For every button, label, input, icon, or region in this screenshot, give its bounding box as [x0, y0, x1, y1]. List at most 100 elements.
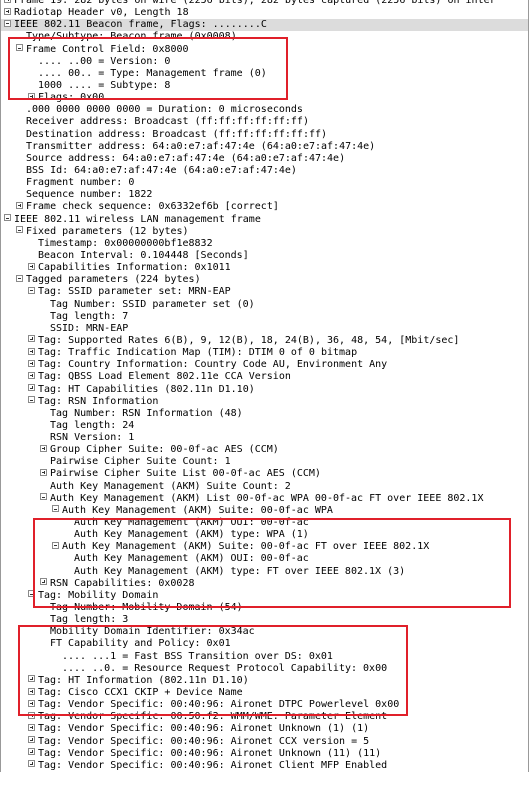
expand-icon[interactable] [28, 335, 35, 343]
tree-row[interactable]: RSN Version: 1 [1, 432, 528, 444]
tree-row[interactable]: RSN Capabilities: 0x0028 [1, 578, 528, 590]
collapse-icon[interactable] [28, 590, 35, 598]
tree-row[interactable]: Tag: RSN Information [1, 396, 528, 408]
tree-row[interactable]: Tag Number: Mobility Domain (54) [1, 602, 528, 614]
tree-row[interactable]: Transmitter address: 64:a0:e7:af:47:4e (… [1, 141, 528, 153]
tree-row[interactable]: Tag: HT Capabilities (802.11n D1.10) [1, 384, 528, 396]
expand-icon[interactable] [28, 262, 35, 270]
tree-row[interactable]: Tag: Mobility Domain [1, 590, 528, 602]
tree-row[interactable]: IEEE 802.11 wireless LAN management fram… [1, 214, 528, 226]
expand-icon[interactable] [28, 723, 35, 731]
expand-icon[interactable] [28, 359, 35, 367]
tree-row[interactable]: Tag: Cisco CCX1 CKIP + Device Name [1, 687, 528, 699]
tree-row[interactable]: Auth Key Management (AKM) OUI: 00-0f-ac [1, 517, 528, 529]
tree-row[interactable]: Tag length: 24 [1, 420, 528, 432]
tree-row[interactable]: Tag: Vendor Specific: 00:40:96: Aironet … [1, 699, 528, 711]
tree-row[interactable]: Frame check sequence: 0x6332ef6b [correc… [1, 201, 528, 213]
expand-icon[interactable] [16, 201, 23, 209]
tree-row[interactable]: Capabilities Information: 0x1011 [1, 262, 528, 274]
collapse-icon[interactable] [40, 493, 47, 501]
tree-row[interactable]: Timestamp: 0x00000000bf1e8832 [1, 238, 528, 250]
tree-row-label: Source address: 64:a0:e7:af:47:4e (64:a0… [26, 152, 346, 164]
expand-icon[interactable] [28, 760, 35, 768]
collapse-icon[interactable] [16, 44, 23, 52]
expand-icon[interactable] [4, 0, 11, 3]
tree-row[interactable]: Type/Subtype: Beacon frame (0x0008) [1, 31, 528, 43]
tree-row[interactable]: SSID: MRN-EAP [1, 323, 528, 335]
tree-row[interactable]: Tag: SSID parameter set: MRN-EAP [1, 286, 528, 298]
tree-row[interactable]: 1000 .... = Subtype: 8 [1, 80, 528, 92]
tree-row[interactable]: Pairwise Cipher Suite List 00-0f-ac AES … [1, 468, 528, 480]
tree-row[interactable]: Tag: HT Information (802.11n D1.10) [1, 675, 528, 687]
tree-row[interactable]: Tag: Vendor Specific: 00:50:f2: WMM/WME:… [1, 711, 528, 723]
collapse-icon[interactable] [4, 214, 11, 222]
tree-row[interactable]: Flags: 0x00 [1, 92, 528, 104]
expand-icon[interactable] [28, 371, 35, 379]
tree-row[interactable]: Auth Key Management (AKM) OUI: 00-0f-ac [1, 553, 528, 565]
expand-icon[interactable] [40, 444, 47, 452]
tree-row[interactable]: Auth Key Management (AKM) Suite: 00-0f-a… [1, 505, 528, 517]
expand-icon[interactable] [28, 699, 35, 707]
tree-row[interactable]: IEEE 802.11 Beacon frame, Flags: .......… [1, 19, 528, 32]
tree-row[interactable]: Tagged parameters (224 bytes) [1, 274, 528, 286]
tree-row[interactable]: Pairwise Cipher Suite Count: 1 [1, 456, 528, 468]
tree-row[interactable]: Sequence number: 1822 [1, 189, 528, 201]
tree-row[interactable]: .000 0000 0000 0000 = Duration: 0 micros… [1, 104, 528, 116]
tree-row[interactable]: Tag: QBSS Load Element 802.11e CCA Versi… [1, 371, 528, 383]
tree-row[interactable]: Frame Control Field: 0x8000 [1, 44, 528, 56]
collapse-icon[interactable] [52, 505, 59, 513]
tree-row[interactable]: Beacon Interval: 0.104448 [Seconds] [1, 250, 528, 262]
tree-row[interactable]: Tag: Vendor Specific: 00:40:96: Aironet … [1, 736, 528, 748]
collapse-icon[interactable] [28, 396, 35, 404]
tree-row[interactable]: Group Cipher Suite: 00-0f-ac AES (CCM) [1, 444, 528, 456]
collapse-icon[interactable] [16, 274, 23, 282]
tree-row[interactable]: Tag length: 7 [1, 311, 528, 323]
tree-row-label: Radiotap Header v0, Length 18 [14, 7, 189, 19]
expand-icon[interactable] [28, 711, 35, 719]
packet-details-tree[interactable]: Frame 19: 282 bytes on wire (2256 bits),… [0, 0, 529, 772]
tree-row[interactable]: Auth Key Management (AKM) Suite Count: 2 [1, 481, 528, 493]
expand-icon[interactable] [28, 748, 35, 756]
tree-row[interactable]: FT Capability and Policy: 0x01 [1, 638, 528, 650]
tree-row[interactable]: Auth Key Management (AKM) type: WPA (1) [1, 529, 528, 541]
expand-icon[interactable] [28, 675, 35, 683]
tree-row[interactable]: .... 00.. = Type: Management frame (0) [1, 68, 528, 80]
collapse-icon[interactable] [52, 541, 59, 549]
expand-icon[interactable] [28, 736, 35, 744]
expand-icon[interactable] [4, 7, 11, 15]
tree-row[interactable]: Source address: 64:a0:e7:af:47:4e (64:a0… [1, 153, 528, 165]
tree-row[interactable]: Radiotap Header v0, Length 18 [1, 7, 528, 19]
tree-row[interactable]: .... ...1 = Fast BSS Transition over DS:… [1, 651, 528, 663]
collapse-icon[interactable] [28, 286, 35, 294]
tree-row[interactable]: Tag: Country Information: Country Code A… [1, 359, 528, 371]
expand-icon[interactable] [28, 347, 35, 355]
tree-row[interactable]: Auth Key Management (AKM) Suite: 00-0f-a… [1, 541, 528, 553]
tree-row[interactable]: Tag Number: RSN Information (48) [1, 408, 528, 420]
collapse-icon[interactable] [16, 226, 23, 234]
tree-row[interactable]: Tag Number: SSID parameter set (0) [1, 299, 528, 311]
tree-row[interactable]: Fragment number: 0 [1, 177, 528, 189]
tree-row[interactable]: Tag: Traffic Indication Map (TIM): DTIM … [1, 347, 528, 359]
tree-row[interactable]: Tag: Vendor Specific: 00:40:96: Aironet … [1, 723, 528, 735]
tree-row[interactable]: Tag: Supported Rates 6(B), 9, 12(B), 18,… [1, 335, 528, 347]
tree-row[interactable]: BSS Id: 64:a0:e7:af:47:4e (64:a0:e7:af:4… [1, 165, 528, 177]
tree-row[interactable]: Tag: Vendor Specific: 00:40:96: Aironet … [1, 760, 528, 772]
tree-row[interactable]: Auth Key Management (AKM) type: FT over … [1, 566, 528, 578]
tree-row[interactable]: Auth Key Management (AKM) List 00-0f-ac … [1, 493, 528, 505]
tree-row[interactable]: Fixed parameters (12 bytes) [1, 226, 528, 238]
expand-icon[interactable] [28, 687, 35, 695]
tree-row-label: Destination address: Broadcast (ff:ff:ff… [26, 128, 328, 140]
collapse-icon[interactable] [4, 19, 11, 27]
tree-row[interactable]: Receiver address: Broadcast (ff:ff:ff:ff… [1, 116, 528, 128]
tree-row[interactable]: Frame 19: 282 bytes on wire (2256 bits),… [1, 0, 528, 7]
tree-row[interactable]: Mobility Domain Identifier: 0x34ac [1, 626, 528, 638]
expand-icon[interactable] [28, 92, 35, 100]
tree-row[interactable]: Tag: Vendor Specific: 00:40:96: Aironet … [1, 748, 528, 760]
tree-row[interactable]: .... ..0. = Resource Request Protocol Ca… [1, 663, 528, 675]
tree-row[interactable]: Destination address: Broadcast (ff:ff:ff… [1, 129, 528, 141]
expand-icon[interactable] [28, 384, 35, 391]
tree-row[interactable]: Tag length: 3 [1, 614, 528, 626]
tree-row[interactable]: .... ..00 = Version: 0 [1, 56, 528, 68]
expand-icon[interactable] [40, 468, 47, 476]
expand-icon[interactable] [40, 578, 47, 586]
